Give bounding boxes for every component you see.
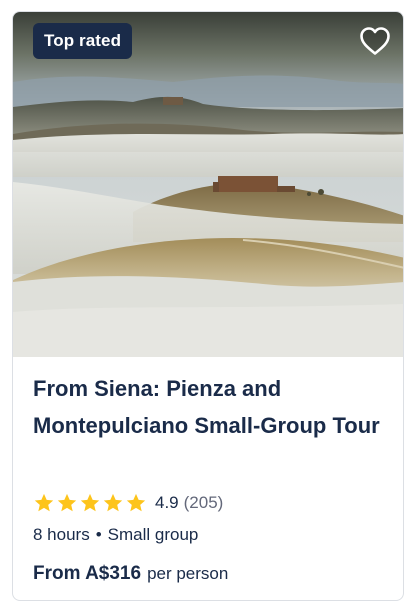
separator-dot: • (95, 525, 102, 544)
star-icon (57, 493, 77, 512)
activity-card[interactable]: Top rated From Siena: Pienza and Montepu… (12, 11, 404, 601)
star-icon (80, 493, 100, 512)
activity-details: 8 hours • Small group (33, 525, 198, 545)
star-rating (33, 492, 147, 514)
top-rated-badge: Top rated (33, 23, 133, 59)
heart-icon (360, 27, 390, 55)
star-icon (34, 493, 54, 512)
group-type-label: Small group (107, 525, 199, 544)
star-icon (103, 493, 123, 512)
price: From A$316 per person (33, 563, 228, 585)
review-count: (205) (183, 493, 224, 512)
duration-label: 8 hours (33, 525, 90, 544)
tuscan-landscape-image (13, 12, 403, 357)
add-to-wishlist-button[interactable] (356, 22, 394, 60)
star-icon (126, 493, 146, 512)
rating-value: 4.9 (155, 493, 179, 512)
price-from: From A$316 (33, 563, 142, 584)
activity-photo[interactable]: Top rated (13, 12, 403, 357)
activity-title[interactable]: From Siena: Pienza and Montepulciano Sma… (33, 370, 393, 444)
price-unit: per person (147, 564, 229, 583)
rating-summary: 4.9 (205) (33, 490, 223, 516)
